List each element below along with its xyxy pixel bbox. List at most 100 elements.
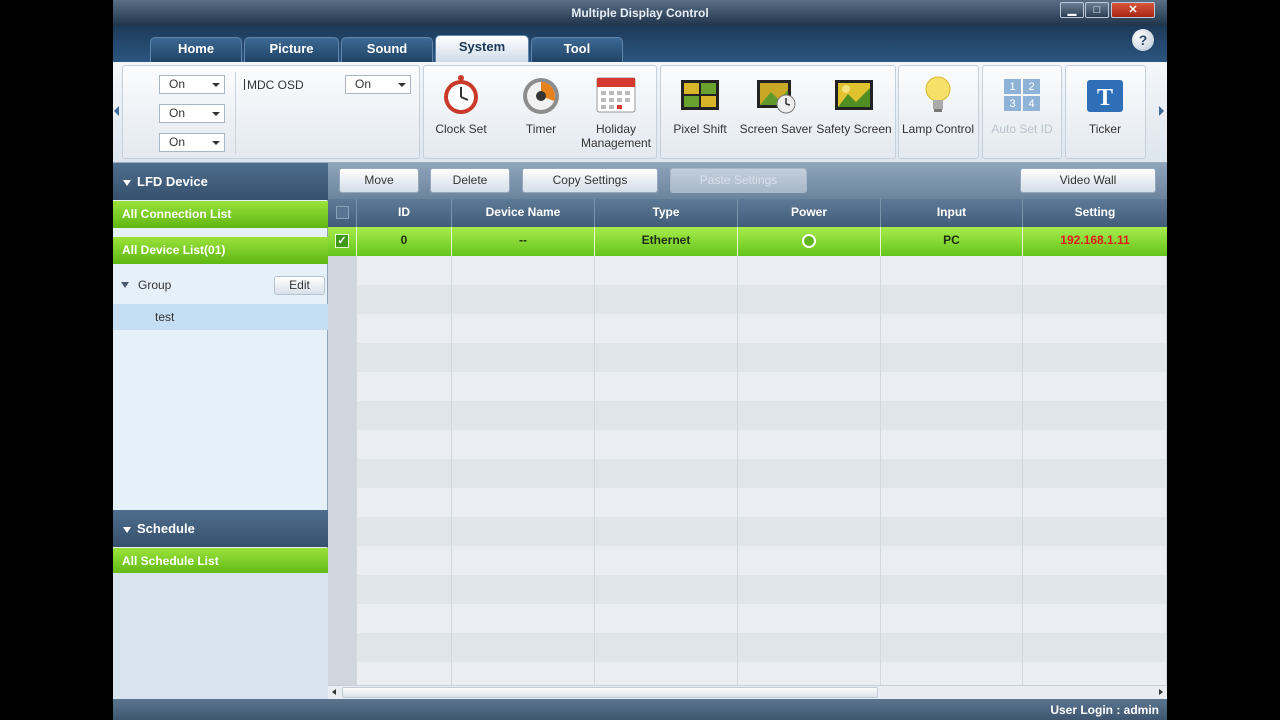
tab-picture[interactable]: Picture xyxy=(244,37,339,62)
mdc-osd-combo[interactable]: On xyxy=(345,75,411,94)
tab-system[interactable]: System xyxy=(435,35,529,62)
empty-cell xyxy=(1023,604,1167,633)
empty-cell xyxy=(881,575,1023,604)
video-wall-button[interactable]: Video Wall xyxy=(1020,168,1156,193)
copy-settings-button[interactable]: Copy Settings xyxy=(522,168,658,193)
empty-cell xyxy=(881,459,1023,488)
osd-combo-2-value: On xyxy=(169,106,186,120)
scrollbar-thumb[interactable] xyxy=(342,687,878,698)
empty-table-row xyxy=(328,517,1167,546)
group-divider xyxy=(235,72,236,154)
minimize-button[interactable]: ▁ xyxy=(1060,2,1084,18)
background-strip xyxy=(1167,0,1280,720)
ticker-label: Ticker xyxy=(1088,122,1122,136)
all-device-list[interactable]: All Device List(01) xyxy=(113,237,328,264)
empty-cell xyxy=(881,372,1023,401)
minimize-icon: ▁ xyxy=(1067,4,1077,16)
maximize-button[interactable]: □ xyxy=(1085,2,1109,18)
safety-screen-button[interactable]: Safety Screen xyxy=(815,68,893,156)
osd-combo-1[interactable]: On xyxy=(159,75,225,94)
empty-cell xyxy=(357,372,452,401)
empty-cell xyxy=(357,256,452,285)
empty-cell xyxy=(738,285,881,314)
osd-combo-2[interactable]: On xyxy=(159,104,225,123)
status-bar: User Login : admin xyxy=(113,699,1167,720)
col-setting[interactable]: Setting xyxy=(1023,199,1167,227)
chevron-down-icon xyxy=(212,112,220,116)
empty-cell xyxy=(452,546,595,575)
empty-cell xyxy=(328,633,357,662)
empty-cell xyxy=(1023,285,1167,314)
col-input[interactable]: Input xyxy=(881,199,1023,227)
move-button[interactable]: Move xyxy=(339,168,419,193)
ribbon-scroll-right-icon[interactable] xyxy=(1159,106,1164,116)
help-icon[interactable]: ? xyxy=(1132,29,1154,51)
scroll-right-icon[interactable] xyxy=(1159,689,1163,695)
empty-cell xyxy=(738,459,881,488)
screen-saver-icon xyxy=(755,74,797,116)
mdc-osd-value: On xyxy=(355,77,372,91)
empty-cell xyxy=(328,430,357,459)
empty-table-row xyxy=(328,256,1167,285)
timer-button[interactable]: Timer xyxy=(502,68,580,156)
empty-cell xyxy=(357,546,452,575)
empty-cell xyxy=(738,546,881,575)
osd-combo-3[interactable]: On xyxy=(159,133,225,152)
empty-cell xyxy=(881,546,1023,575)
empty-cell xyxy=(1023,517,1167,546)
schedule-header[interactable]: Schedule xyxy=(113,510,328,547)
row-checkbox[interactable]: ✓ xyxy=(328,227,357,256)
clock-set-button[interactable]: Clock Set xyxy=(422,68,500,156)
table-row[interactable]: ✓ 0 -- Ethernet PC 192.168.1.11 xyxy=(328,227,1167,256)
empty-cell xyxy=(357,430,452,459)
delete-button[interactable]: Delete xyxy=(430,168,510,193)
empty-cell xyxy=(357,343,452,372)
empty-cell xyxy=(357,459,452,488)
select-all-checkbox[interactable] xyxy=(328,199,357,227)
tab-tool[interactable]: Tool xyxy=(531,37,623,62)
auto-set-id-button[interactable]: 1 2 3 4 Auto Set ID xyxy=(983,68,1061,156)
empty-cell xyxy=(881,285,1023,314)
empty-cell xyxy=(881,488,1023,517)
col-device-name[interactable]: Device Name xyxy=(452,199,595,227)
tab-home[interactable]: Home xyxy=(150,37,242,62)
paste-settings-button[interactable]: Paste Settings xyxy=(670,168,807,193)
col-power[interactable]: Power xyxy=(738,199,881,227)
screen-saver-button[interactable]: Screen Saver xyxy=(737,68,815,156)
close-button[interactable]: ✕ xyxy=(1111,2,1155,18)
group-row: Group Edit xyxy=(113,271,328,299)
device-grid-area: Move Delete Copy Settings Paste Settings… xyxy=(328,163,1167,699)
col-type[interactable]: Type xyxy=(595,199,738,227)
empty-cell xyxy=(881,401,1023,430)
empty-cell xyxy=(881,430,1023,459)
empty-cell xyxy=(881,633,1023,662)
left-panel: LFD Device All Connection List All Devic… xyxy=(113,163,328,699)
group-item-test[interactable]: test xyxy=(113,304,328,330)
col-id[interactable]: ID xyxy=(357,199,452,227)
scroll-left-icon[interactable] xyxy=(332,689,336,695)
empty-table-row xyxy=(328,372,1167,401)
empty-cell xyxy=(357,285,452,314)
empty-cell xyxy=(357,604,452,633)
all-schedule-list[interactable]: All Schedule List xyxy=(113,548,328,575)
chevron-down-icon[interactable] xyxy=(121,282,129,288)
svg-text:2: 2 xyxy=(1028,81,1034,93)
horizontal-scrollbar[interactable] xyxy=(328,685,1167,699)
empty-table-row xyxy=(328,285,1167,314)
lamp-control-button[interactable]: Lamp Control xyxy=(899,68,977,156)
holiday-management-button[interactable]: Holiday Management xyxy=(577,68,655,156)
empty-table-row xyxy=(328,343,1167,372)
chevron-down-icon xyxy=(212,141,220,145)
pixel-shift-button[interactable]: Pixel Shift xyxy=(661,68,739,156)
tab-sound[interactable]: Sound xyxy=(341,37,433,62)
grid-toolbar: Move Delete Copy Settings Paste Settings… xyxy=(328,163,1167,199)
all-connection-list[interactable]: All Connection List xyxy=(113,201,328,228)
ticker-button[interactable]: T Ticker xyxy=(1066,68,1144,156)
ribbon-scroll-left-icon[interactable] xyxy=(114,106,119,116)
empty-cell xyxy=(452,633,595,662)
empty-table-row xyxy=(328,314,1167,343)
lfd-device-header[interactable]: LFD Device xyxy=(113,163,328,200)
empty-cell xyxy=(595,401,738,430)
edit-group-button[interactable]: Edit xyxy=(274,276,325,295)
empty-cell xyxy=(595,285,738,314)
